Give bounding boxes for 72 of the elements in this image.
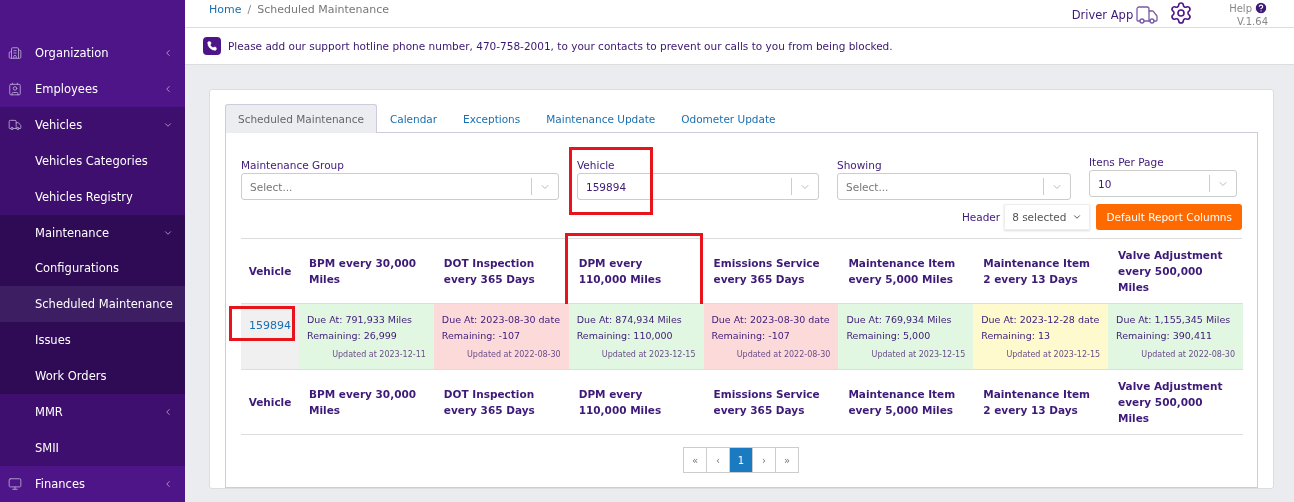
- field-label: Maintenance Group: [241, 159, 345, 171]
- breadcrumb-link[interactable]: Home: [209, 3, 242, 16]
- notice-text: Please add our support hotline phone number, 470-758-2001, to your contacts to prevent our calls to you from being blocked.: [228, 40, 893, 52]
- select-field[interactable]: Select...: [241, 173, 559, 200]
- sidebar-item[interactable]: Work Orders: [0, 358, 185, 395]
- select-field[interactable]: 159894: [577, 173, 819, 200]
- column-header: Vehicle: [241, 369, 299, 435]
- page-button[interactable]: ›: [752, 447, 776, 473]
- column-header: Emissions Service every 365 Days: [703, 239, 839, 304]
- status-cell: Due At: 769,934 Miles Remaining: 5,000 Updated at 2023-12-15: [838, 303, 974, 370]
- select-field[interactable]: Select...: [837, 173, 1071, 200]
- help-link[interactable]: Help: [1229, 1, 1268, 15]
- page-button[interactable]: ‹: [706, 447, 730, 473]
- field-label: Showing: [837, 159, 883, 171]
- column-header: Maintenance Item 2 every 13 Days: [973, 239, 1109, 304]
- building-icon: [8, 45, 22, 60]
- chevron-left-icon: [163, 479, 173, 489]
- status-cell: Due At: 2023-12-28 date Remaining: 13 Updated at 2023-12-15: [973, 303, 1109, 370]
- chevron-down-icon: [1072, 212, 1083, 222]
- field-label: Itens Per Page: [1089, 156, 1165, 168]
- vehicle-link[interactable]: 159894: [249, 319, 291, 332]
- tab[interactable]: Scheduled Maintenance: [225, 104, 377, 133]
- field-label: Vehicle: [577, 159, 616, 171]
- column-header: BPM every 30,000 Miles: [299, 239, 434, 304]
- sidebar-item[interactable]: Issues: [0, 322, 185, 359]
- settings-icon[interactable]: [1169, 1, 1194, 25]
- column-header: DOT Inspection every 365 Days: [433, 369, 569, 435]
- page-button[interactable]: 1: [729, 447, 753, 473]
- sidebar-item[interactable]: Vehicles Registry: [0, 178, 185, 215]
- page-button[interactable]: »: [775, 447, 799, 473]
- tab[interactable]: Maintenance Update: [533, 104, 669, 133]
- chevron-left-icon: [163, 83, 173, 94]
- phone-icon: [203, 37, 221, 55]
- monitor-icon: [8, 477, 22, 491]
- column-header: Vehicle: [241, 239, 299, 304]
- status-cell: Due At: 874,934 Miles Remaining: 110,000 Updated at 2023-12-15: [568, 303, 704, 370]
- select-field[interactable]: 10: [1089, 170, 1237, 197]
- column-header: DPM every 110,000 Miles: [568, 369, 704, 435]
- multi-select[interactable]: 8 selected: [1004, 204, 1091, 230]
- breadcrumb-separator: /: [247, 3, 252, 16]
- driver-app-link[interactable]: Driver App: [1071, 3, 1160, 27]
- column-header: BPM every 30,000 Miles: [299, 369, 434, 435]
- status-cell: Due At: 1,155,345 Miles Remaining: 390,411 Updated at 2022-08-30: [1108, 303, 1243, 370]
- tab[interactable]: Calendar: [376, 104, 451, 133]
- field-label: Header: [961, 211, 1001, 223]
- status-cell: Due At: 2023-08-30 date Remaining: -107 Updated at 2022-08-30: [433, 303, 569, 370]
- truck-icon: [8, 117, 22, 132]
- sidebar-item[interactable]: Vehicles Categories: [0, 142, 185, 179]
- column-header: Valve Adjustment every 500,000 Miles: [1108, 239, 1243, 304]
- column-header: Emissions Service every 365 Days: [703, 369, 839, 435]
- chevron-left-icon: [163, 407, 173, 418]
- column-header: DOT Inspection every 365 Days: [433, 239, 569, 304]
- tab[interactable]: Odometer Update: [668, 104, 789, 133]
- column-header: Valve Adjustment every 500,000 Miles: [1108, 369, 1243, 435]
- column-header: Maintenance Item every 5,000 Miles: [838, 369, 974, 435]
- version-label: V.1.64: [1237, 16, 1268, 27]
- chevron-left-icon: [163, 47, 173, 58]
- truck-icon: [1135, 3, 1160, 27]
- sidebar-item[interactable]: SMII: [0, 430, 185, 467]
- tab[interactable]: Exceptions: [450, 104, 534, 133]
- sidebar-item[interactable]: Vehicles: [0, 106, 185, 143]
- column-header: Maintenance Item every 5,000 Miles: [838, 239, 974, 304]
- sidebar-item[interactable]: Maintenance: [0, 214, 185, 251]
- sidebar-item[interactable]: MMR: [0, 394, 185, 431]
- contact-card-icon: [8, 81, 22, 96]
- breadcrumb-current: Scheduled Maintenance: [257, 3, 390, 16]
- status-cell: Due At: 791,933 Miles Remaining: 26,999 Updated at 2023-12-11: [299, 303, 434, 370]
- status-cell: Due At: 2023-08-30 date Remaining: -107 Updated at 2022-08-30: [703, 303, 839, 370]
- sidebar-item[interactable]: Scheduled Maintenance: [0, 286, 185, 323]
- column-header: Maintenance Item 2 every 13 Days: [973, 369, 1109, 435]
- sidebar-item[interactable]: Configurations: [0, 250, 185, 287]
- page-button[interactable]: «: [683, 447, 707, 473]
